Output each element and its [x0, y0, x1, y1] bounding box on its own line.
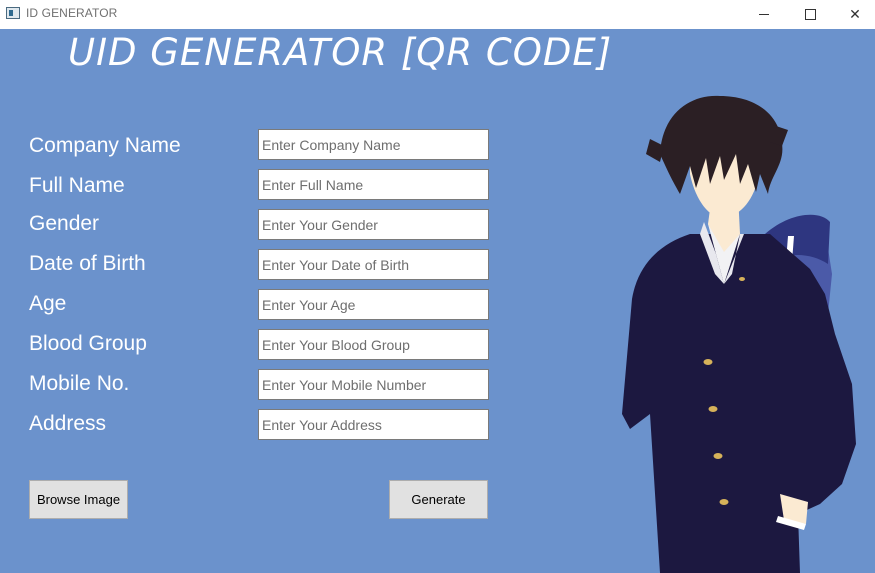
app-window-icon [6, 7, 20, 19]
maximize-button[interactable] [787, 0, 833, 29]
full-name-input[interactable] [258, 169, 489, 200]
minimize-icon [759, 14, 769, 15]
title-bar: ID GENERATOR ✕ [0, 0, 875, 29]
generate-button[interactable]: Generate [389, 480, 488, 519]
date-of-birth-label: Date of Birth [29, 252, 146, 275]
company-name-input[interactable] [258, 129, 489, 160]
mobile-number-input[interactable] [258, 369, 489, 400]
student-illustration [622, 95, 856, 573]
close-button[interactable]: ✕ [832, 0, 875, 29]
gender-label: Gender [29, 212, 100, 235]
mobile-number-label: Mobile No. [29, 372, 130, 395]
age-label: Age [29, 292, 67, 315]
company-name-label: Company Name [29, 134, 181, 157]
page-title: UID GENERATOR [QR CODE] [68, 31, 613, 74]
address-input[interactable] [258, 409, 489, 440]
date-of-birth-input[interactable] [258, 249, 489, 280]
age-input[interactable] [258, 289, 489, 320]
minimize-button[interactable] [741, 0, 787, 29]
close-icon: ✕ [849, 6, 861, 22]
full-name-label: Full Name [29, 174, 125, 197]
gender-input[interactable] [258, 209, 489, 240]
maximize-icon [804, 9, 816, 20]
blood-group-label: Blood Group [29, 332, 147, 355]
browse-image-button[interactable]: Browse Image [29, 480, 128, 519]
app-client-area: UID GENERATOR [QR CODE] Company Name Ful… [0, 29, 875, 573]
blood-group-input[interactable] [258, 329, 489, 360]
address-label: Address [29, 412, 107, 435]
window-title: ID GENERATOR [26, 6, 118, 20]
